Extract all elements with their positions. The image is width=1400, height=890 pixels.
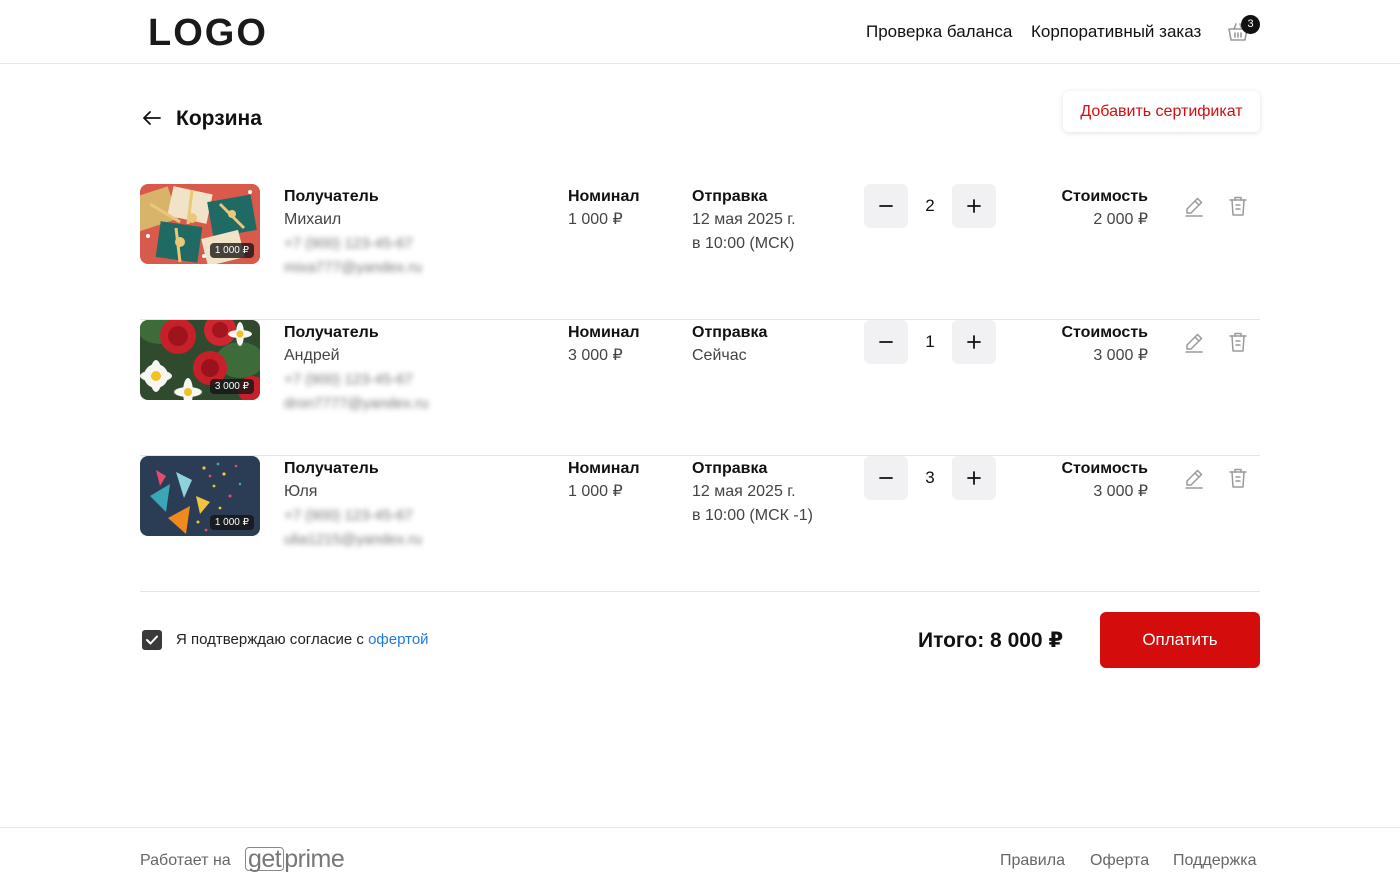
recipient-name: Андрей [284, 347, 340, 364]
nominal-label: Номинал [568, 188, 640, 205]
offer-link[interactable]: офертой [368, 631, 428, 648]
send-time: в 10:00 (МСК -1) [692, 507, 813, 524]
send-label: Отправка [692, 324, 768, 341]
cart-item-row: 3 000 ₽ Получатель Андрей +7 (900) 123-4… [140, 320, 1260, 456]
recipient-label: Получатель [284, 188, 379, 205]
cost-value: 2 000 ₽ [1093, 211, 1148, 228]
pencil-icon [1185, 469, 1203, 489]
site-header: LOGO Проверка баланса Корпоративный зака… [0, 0, 1400, 64]
delete-item-button[interactable] [1226, 466, 1250, 490]
certificate-thumbnail-flowers: 3 000 ₽ [140, 320, 260, 400]
cart-count-badge: 3 [1241, 15, 1260, 34]
footer-link-support[interactable]: Поддержка [1173, 851, 1256, 871]
edit-item-button[interactable] [1182, 466, 1206, 490]
edit-item-button[interactable] [1182, 330, 1206, 354]
recipient-email: dron7777@yandex.ru [284, 395, 429, 412]
quantity-value: 1 [925, 332, 935, 351]
send-label: Отправка [692, 188, 768, 205]
recipient-phone: +7 (900) 123-45-67 [284, 235, 413, 252]
nominal-label: Номинал [568, 460, 640, 477]
delete-item-button[interactable] [1226, 330, 1250, 354]
cart-item-row: 1 000 ₽ Получатель Юля +7 (900) 123-45-6… [140, 456, 1260, 592]
quantity-increase-button[interactable] [952, 184, 996, 228]
brand-logo-prime: prime [284, 845, 345, 873]
plus-icon [967, 199, 981, 213]
recipient-email: ulia1215@yandex.ru [284, 531, 422, 548]
page-title: Корзина [176, 107, 262, 130]
thumbnail-price-badge: 1 000 ₽ [209, 243, 254, 258]
send-date: Сейчас [692, 347, 747, 364]
send-time: в 10:00 (МСК) [692, 235, 795, 252]
delete-item-button[interactable] [1226, 194, 1250, 218]
pencil-icon [1185, 333, 1203, 353]
minus-icon [879, 341, 893, 343]
agreement-text: Я подтверждаю согласие с [176, 631, 369, 648]
add-certificate-button[interactable]: Добавить сертификат [1063, 91, 1260, 132]
quantity-decrease-button[interactable] [864, 320, 908, 364]
trash-icon [1229, 196, 1247, 216]
footer-link-rules[interactable]: Правила [1000, 851, 1065, 871]
recipient-name: Юля [284, 483, 318, 500]
plus-icon [967, 335, 981, 349]
minus-icon [879, 205, 893, 207]
footer-link-offer[interactable]: Оферта [1090, 851, 1149, 871]
cart-item-row: 1 000 ₽ Получатель Михаил +7 (900) 123-4… [140, 184, 1260, 320]
nominal-value: 3 000 ₽ [568, 347, 623, 364]
logo[interactable]: LOGO [148, 12, 268, 54]
recipient-phone: +7 (900) 123-45-67 [284, 371, 413, 388]
send-date: 12 мая 2025 г. [692, 483, 796, 500]
thumbnail-price-badge: 1 000 ₽ [209, 515, 254, 530]
send-date: 12 мая 2025 г. [692, 211, 796, 228]
order-total: Итого: 8 000 ₽ [918, 629, 1064, 652]
cost-label: Стоимость [1061, 460, 1148, 477]
pencil-icon [1185, 197, 1203, 217]
cost-value: 3 000 ₽ [1093, 483, 1148, 500]
nav-link-corporate-order[interactable]: Корпоративный заказ [1031, 21, 1201, 43]
offer-agreement-label: Я подтверждаю согласие с офертой [176, 631, 429, 649]
recipient-email: mixa777@yandex.ru [284, 259, 422, 276]
brand-logo-get: get [245, 847, 285, 872]
nav-link-balance-check[interactable]: Проверка баланса [866, 21, 1012, 43]
nominal-label: Номинал [568, 324, 640, 341]
quantity-decrease-button[interactable] [864, 456, 908, 500]
trash-icon [1229, 468, 1247, 488]
recipient-phone: +7 (900) 123-45-67 [284, 507, 413, 524]
quantity-value: 3 [925, 468, 935, 487]
thumbnail-price-badge: 3 000 ₽ [209, 379, 254, 394]
recipient-label: Получатель [284, 460, 379, 477]
site-footer: Работает на get prime Правила Оферта Подд… [0, 827, 1400, 890]
nominal-value: 1 000 ₽ [568, 483, 623, 500]
plus-icon [967, 471, 981, 485]
nominal-value: 1 000 ₽ [568, 211, 623, 228]
minus-icon [879, 477, 893, 479]
quantity-decrease-button[interactable] [864, 184, 908, 228]
cost-value: 3 000 ₽ [1093, 347, 1148, 364]
getprime-logo[interactable]: get prime [245, 845, 345, 873]
powered-by-label: Работает на [140, 852, 231, 869]
quantity-increase-button[interactable] [952, 320, 996, 364]
recipient-name: Михаил [284, 211, 342, 228]
quantity-value: 2 [925, 196, 935, 215]
cost-label: Стоимость [1061, 188, 1148, 205]
back-button[interactable] [140, 106, 164, 130]
checkmark-icon [146, 635, 158, 645]
certificate-thumbnail-gifts: 1 000 ₽ [140, 184, 260, 264]
quantity-increase-button[interactable] [952, 456, 996, 500]
recipient-label: Получатель [284, 324, 379, 341]
certificate-thumbnail-party: 1 000 ₽ [140, 456, 260, 536]
arrow-left-icon [143, 111, 161, 125]
offer-agreement-checkbox[interactable] [142, 630, 162, 650]
pay-button[interactable]: Оплатить [1100, 612, 1260, 668]
cost-label: Стоимость [1061, 324, 1148, 341]
send-label: Отправка [692, 460, 768, 477]
trash-icon [1229, 332, 1247, 352]
edit-item-button[interactable] [1182, 194, 1206, 218]
